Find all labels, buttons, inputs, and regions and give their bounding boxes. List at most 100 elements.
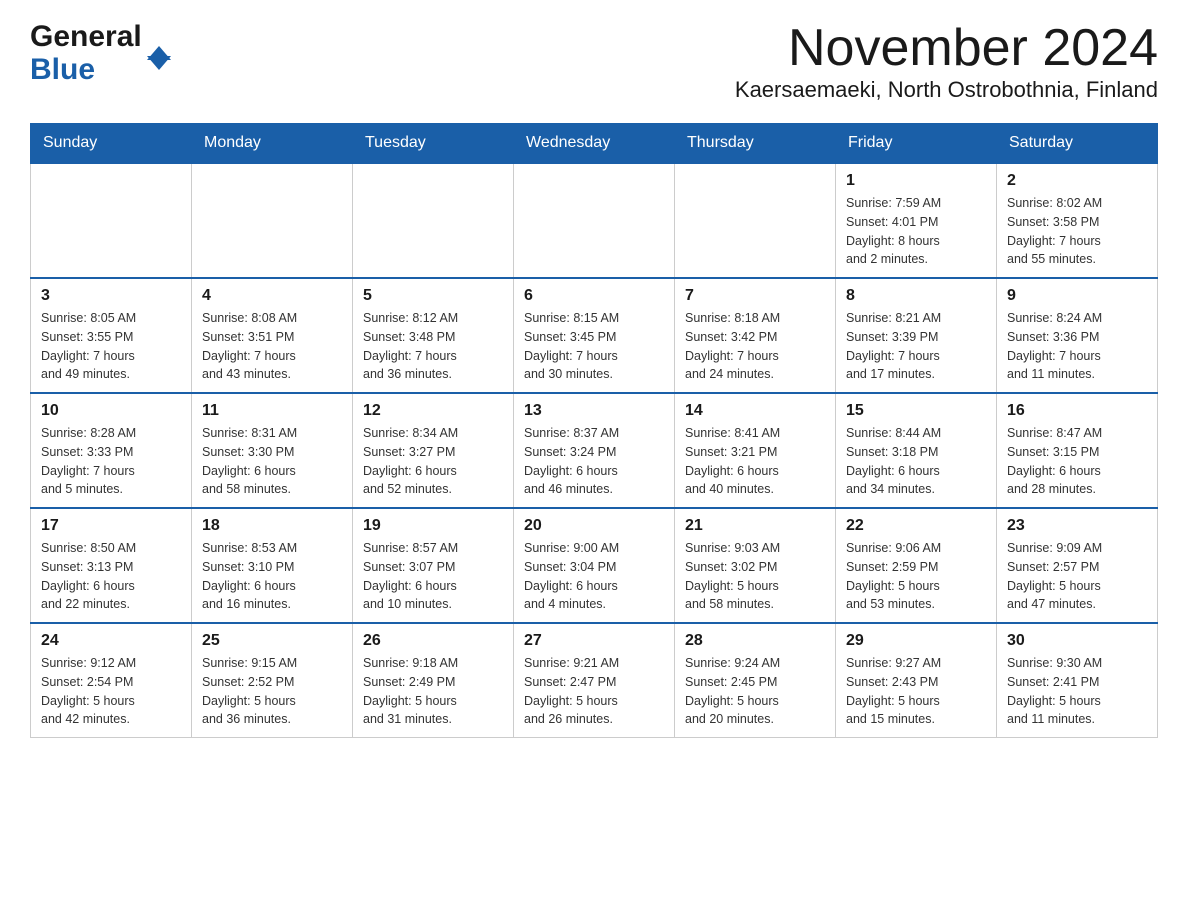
day-info: Sunrise: 8:24 AM Sunset: 3:36 PM Dayligh…: [1007, 309, 1147, 384]
day-info: Sunrise: 9:12 AM Sunset: 2:54 PM Dayligh…: [41, 654, 181, 729]
day-info: Sunrise: 9:03 AM Sunset: 3:02 PM Dayligh…: [685, 539, 825, 614]
day-info: Sunrise: 9:21 AM Sunset: 2:47 PM Dayligh…: [524, 654, 664, 729]
calendar-cell: [192, 163, 353, 278]
day-number: 1: [846, 172, 986, 190]
day-number: 5: [363, 287, 503, 305]
day-number: 28: [685, 632, 825, 650]
calendar-cell: 6 Sunrise: 8:15 AM Sunset: 3:45 PM Daylig…: [514, 278, 675, 393]
calendar-cell: 20 Sunrise: 9:00 AM Sunset: 3:04 PM Dayli…: [514, 508, 675, 623]
day-number: 22: [846, 517, 986, 535]
calendar-cell: 27 Sunrise: 9:21 AM Sunset: 2:47 PM Dayli…: [514, 623, 675, 738]
day-info: Sunrise: 8:08 AM Sunset: 3:51 PM Dayligh…: [202, 309, 342, 384]
day-info: Sunrise: 7:59 AM Sunset: 4:01 PM Dayligh…: [846, 194, 986, 269]
day-number: 21: [685, 517, 825, 535]
day-info: Sunrise: 9:30 AM Sunset: 2:41 PM Dayligh…: [1007, 654, 1147, 729]
day-number: 6: [524, 287, 664, 305]
calendar-cell: 13Sunrise: 8:37 AM Sunset: 3:24 PM Dayli…: [514, 393, 675, 508]
day-number: 17: [41, 517, 181, 535]
calendar-header-monday: Monday: [192, 124, 353, 164]
calendar-header-saturday: Saturday: [997, 124, 1158, 164]
calendar-cell: [675, 163, 836, 278]
day-number: 24: [41, 632, 181, 650]
day-info: Sunrise: 8:21 AM Sunset: 3:39 PM Dayligh…: [846, 309, 986, 384]
day-number: 12: [363, 402, 503, 420]
day-number: 3: [41, 287, 181, 305]
day-number: 30: [1007, 632, 1147, 650]
calendar-cell: 1 Sunrise: 7:59 AM Sunset: 4:01 PM Daylig…: [836, 163, 997, 278]
calendar-cell: 15Sunrise: 8:44 AM Sunset: 3:18 PM Dayli…: [836, 393, 997, 508]
day-number: 20: [524, 517, 664, 535]
day-number: 26: [363, 632, 503, 650]
calendar-week-2: 3 Sunrise: 8:05 AM Sunset: 3:55 PM Daylig…: [31, 278, 1158, 393]
page-title: November 2024: [735, 20, 1158, 77]
day-number: 2: [1007, 172, 1147, 190]
title-area: November 2024 Kaersaemaeki, North Ostrob…: [735, 20, 1158, 103]
day-info: Sunrise: 8:41 AM Sunset: 3:21 PM Dayligh…: [685, 424, 825, 499]
calendar-header-thursday: Thursday: [675, 124, 836, 164]
day-info: Sunrise: 8:05 AM Sunset: 3:55 PM Dayligh…: [41, 309, 181, 384]
day-info: Sunrise: 9:18 AM Sunset: 2:49 PM Dayligh…: [363, 654, 503, 729]
calendar-table: SundayMondayTuesdayWednesdayThursdayFrid…: [30, 123, 1158, 738]
day-info: Sunrise: 8:47 AM Sunset: 3:15 PM Dayligh…: [1007, 424, 1147, 499]
calendar-cell: 21 Sunrise: 9:03 AM Sunset: 3:02 PM Dayli…: [675, 508, 836, 623]
day-number: 16: [1007, 402, 1147, 420]
day-info: Sunrise: 8:34 AM Sunset: 3:27 PM Dayligh…: [363, 424, 503, 499]
calendar-cell: 2 Sunrise: 8:02 AM Sunset: 3:58 PM Daylig…: [997, 163, 1158, 278]
calendar-week-3: 10 Sunrise: 8:28 AM Sunset: 3:33 PM Dayli…: [31, 393, 1158, 508]
calendar-week-5: 24 Sunrise: 9:12 AM Sunset: 2:54 PM Dayli…: [31, 623, 1158, 738]
day-info: Sunrise: 8:12 AM Sunset: 3:48 PM Dayligh…: [363, 309, 503, 384]
day-number: 27: [524, 632, 664, 650]
day-number: 23: [1007, 517, 1147, 535]
calendar-cell: 25 Sunrise: 9:15 AM Sunset: 2:52 PM Dayli…: [192, 623, 353, 738]
calendar-header-wednesday: Wednesday: [514, 124, 675, 164]
day-info: Sunrise: 8:57 AM Sunset: 3:07 PM Dayligh…: [363, 539, 503, 614]
day-info: Sunrise: 9:15 AM Sunset: 2:52 PM Dayligh…: [202, 654, 342, 729]
calendar-header-tuesday: Tuesday: [353, 124, 514, 164]
calendar-cell: 4Sunrise: 8:08 AM Sunset: 3:51 PM Daylig…: [192, 278, 353, 393]
calendar-cell: [31, 163, 192, 278]
header: General Blue November 2024 Kaersaemaeki,…: [30, 20, 1158, 103]
calendar-cell: 9Sunrise: 8:24 AM Sunset: 3:36 PM Daylig…: [997, 278, 1158, 393]
page-subtitle: Kaersaemaeki, North Ostrobothnia, Finlan…: [735, 77, 1158, 103]
day-number: 29: [846, 632, 986, 650]
calendar-cell: 7 Sunrise: 8:18 AM Sunset: 3:42 PM Daylig…: [675, 278, 836, 393]
day-number: 18: [202, 517, 342, 535]
calendar-cell: 28Sunrise: 9:24 AM Sunset: 2:45 PM Dayli…: [675, 623, 836, 738]
calendar-cell: 5 Sunrise: 8:12 AM Sunset: 3:48 PM Daylig…: [353, 278, 514, 393]
day-number: 14: [685, 402, 825, 420]
calendar-cell: 18Sunrise: 8:53 AM Sunset: 3:10 PM Dayli…: [192, 508, 353, 623]
day-number: 7: [685, 287, 825, 305]
calendar-cell: 29 Sunrise: 9:27 AM Sunset: 2:43 PM Dayli…: [836, 623, 997, 738]
day-info: Sunrise: 8:18 AM Sunset: 3:42 PM Dayligh…: [685, 309, 825, 384]
calendar-cell: 14 Sunrise: 8:41 AM Sunset: 3:21 PM Dayli…: [675, 393, 836, 508]
day-info: Sunrise: 8:50 AM Sunset: 3:13 PM Dayligh…: [41, 539, 181, 614]
calendar-cell: 24 Sunrise: 9:12 AM Sunset: 2:54 PM Dayli…: [31, 623, 192, 738]
calendar-cell: 16 Sunrise: 8:47 AM Sunset: 3:15 PM Dayli…: [997, 393, 1158, 508]
calendar-cell: [353, 163, 514, 278]
calendar-week-4: 17 Sunrise: 8:50 AM Sunset: 3:13 PM Dayli…: [31, 508, 1158, 623]
calendar-cell: 23Sunrise: 9:09 AM Sunset: 2:57 PM Dayli…: [997, 508, 1158, 623]
day-number: 25: [202, 632, 342, 650]
day-info: Sunrise: 8:31 AM Sunset: 3:30 PM Dayligh…: [202, 424, 342, 499]
logo-general: General: [30, 20, 142, 53]
calendar-cell: 3 Sunrise: 8:05 AM Sunset: 3:55 PM Daylig…: [31, 278, 192, 393]
day-number: 10: [41, 402, 181, 420]
calendar-cell: 12 Sunrise: 8:34 AM Sunset: 3:27 PM Dayli…: [353, 393, 514, 508]
calendar-cell: 11Sunrise: 8:31 AM Sunset: 3:30 PM Dayli…: [192, 393, 353, 508]
day-info: Sunrise: 9:27 AM Sunset: 2:43 PM Dayligh…: [846, 654, 986, 729]
calendar-header-sunday: Sunday: [31, 124, 192, 164]
calendar-cell: 22Sunrise: 9:06 AM Sunset: 2:59 PM Dayli…: [836, 508, 997, 623]
calendar-cell: 10 Sunrise: 8:28 AM Sunset: 3:33 PM Dayli…: [31, 393, 192, 508]
day-info: Sunrise: 8:02 AM Sunset: 3:58 PM Dayligh…: [1007, 194, 1147, 269]
calendar-week-1: 1 Sunrise: 7:59 AM Sunset: 4:01 PM Daylig…: [31, 163, 1158, 278]
calendar-cell: 8 Sunrise: 8:21 AM Sunset: 3:39 PM Daylig…: [836, 278, 997, 393]
day-info: Sunrise: 8:28 AM Sunset: 3:33 PM Dayligh…: [41, 424, 181, 499]
logo-icon: [147, 46, 171, 70]
calendar-cell: 26 Sunrise: 9:18 AM Sunset: 2:49 PM Dayli…: [353, 623, 514, 738]
day-number: 8: [846, 287, 986, 305]
calendar-header-row: SundayMondayTuesdayWednesdayThursdayFrid…: [31, 124, 1158, 164]
calendar-cell: [514, 163, 675, 278]
calendar-cell: 17 Sunrise: 8:50 AM Sunset: 3:13 PM Dayli…: [31, 508, 192, 623]
day-info: Sunrise: 9:00 AM Sunset: 3:04 PM Dayligh…: [524, 539, 664, 614]
day-info: Sunrise: 8:15 AM Sunset: 3:45 PM Dayligh…: [524, 309, 664, 384]
